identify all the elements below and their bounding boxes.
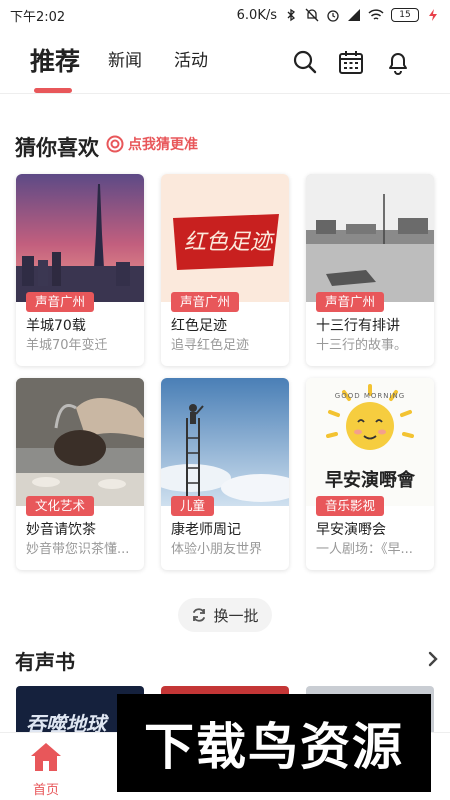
card-thumbnail [16, 378, 144, 506]
guess-more-link[interactable]: 点我猜更准 [106, 134, 198, 154]
chevron-right-icon[interactable] [426, 650, 440, 668]
tab-events[interactable]: 活动 [174, 46, 208, 71]
active-tab-indicator [34, 88, 72, 93]
alarm-icon [327, 10, 339, 22]
signal-icon [348, 9, 360, 21]
bell-icon[interactable] [385, 49, 411, 75]
category-badge: 儿童 [171, 496, 215, 516]
bluetooth-icon [287, 8, 296, 22]
card-subtitle: 十三行的故事。 [316, 338, 408, 353]
content-card[interactable]: 声音广州 羊城70载 羊城70年变迁 [16, 174, 144, 366]
refresh-icon [193, 608, 206, 622]
search-icon[interactable] [292, 49, 318, 75]
target-icon [106, 135, 124, 153]
card-thumbnail [306, 174, 434, 302]
network-speed: 6.0K/s [236, 7, 277, 23]
card-title: 红色足迹 [171, 318, 227, 334]
content-card[interactable]: 声音广州 十三行有排讲 十三行的故事。 [306, 174, 434, 366]
category-badge: 声音广州 [316, 292, 385, 312]
battery-indicator: 15 [391, 8, 419, 22]
card-subtitle: 妙音带您识茶懂... [26, 542, 130, 557]
watermark-text: 下载鸟资源 [144, 718, 404, 776]
card-subtitle: 追寻红色足迹 [171, 338, 250, 353]
audiobook-section-title: 有声书 [15, 650, 75, 674]
refresh-label: 换一批 [213, 606, 259, 625]
charging-icon [429, 9, 437, 21]
card-thumbnail [161, 378, 289, 506]
tab-recommend[interactable]: 推荐 [30, 42, 80, 78]
card-art-caption: GOOD MORNING [334, 392, 406, 400]
nav-home[interactable]: 首页 [22, 737, 70, 798]
category-badge: 声音广州 [26, 292, 95, 312]
status-bar: 下午2:02 6.0K/s 15 [0, 0, 450, 30]
content-card[interactable]: 儿童 康老师周记 体验小朋友世界 [161, 378, 289, 570]
card-subtitle: 一人剧场：《早... [316, 542, 413, 557]
card-thumbnail [16, 174, 144, 302]
card-title: 康老师周记 [171, 522, 241, 538]
content-card[interactable]: 红色足迹 声音广州 红色足迹 追寻红色足迹 [161, 174, 289, 366]
watermark-overlay: 下载鸟资源 [117, 694, 431, 792]
content-card[interactable]: 文化艺术 妙音请饮茶 妙音带您识茶懂... [16, 378, 144, 570]
card-title: 十三行有排讲 [316, 318, 400, 334]
card-title: 羊城70载 [26, 318, 86, 334]
guess-more-label: 点我猜更准 [128, 137, 198, 153]
category-badge: 文化艺术 [26, 496, 95, 516]
card-art-text: 早安演嘢會 [325, 470, 415, 491]
card-thumbnail: 红色足迹 [161, 174, 289, 302]
home-icon [31, 743, 61, 771]
card-subtitle: 羊城70年变迁 [26, 338, 108, 353]
card-subtitle: 体验小朋友世界 [171, 542, 263, 557]
category-badge: 声音广州 [171, 292, 240, 312]
content-card[interactable]: GOOD MORNING 早安演嘢會 音乐影视 早安演嘢会 一人剧场：《早... [306, 378, 434, 570]
card-thumbnail: GOOD MORNING 早安演嘢會 [306, 378, 434, 506]
card-art-text: 红色足迹 [183, 230, 272, 255]
category-badge: 音乐影视 [316, 496, 385, 516]
refresh-batch-button[interactable]: 换一批 [178, 598, 272, 632]
status-time: 下午2:02 [10, 9, 66, 25]
mute-icon [305, 8, 319, 22]
wifi-icon [368, 9, 384, 20]
card-title: 早安演嘢会 [316, 522, 386, 538]
tab-news[interactable]: 新闻 [108, 46, 142, 71]
card-title: 妙音请饮茶 [26, 522, 96, 538]
calendar-icon[interactable] [338, 49, 364, 75]
guess-section-title: 猜你喜欢 [15, 136, 99, 160]
nav-home-label: 首页 [32, 783, 59, 798]
top-tab-bar: 推荐 新闻 活动 [0, 30, 450, 94]
